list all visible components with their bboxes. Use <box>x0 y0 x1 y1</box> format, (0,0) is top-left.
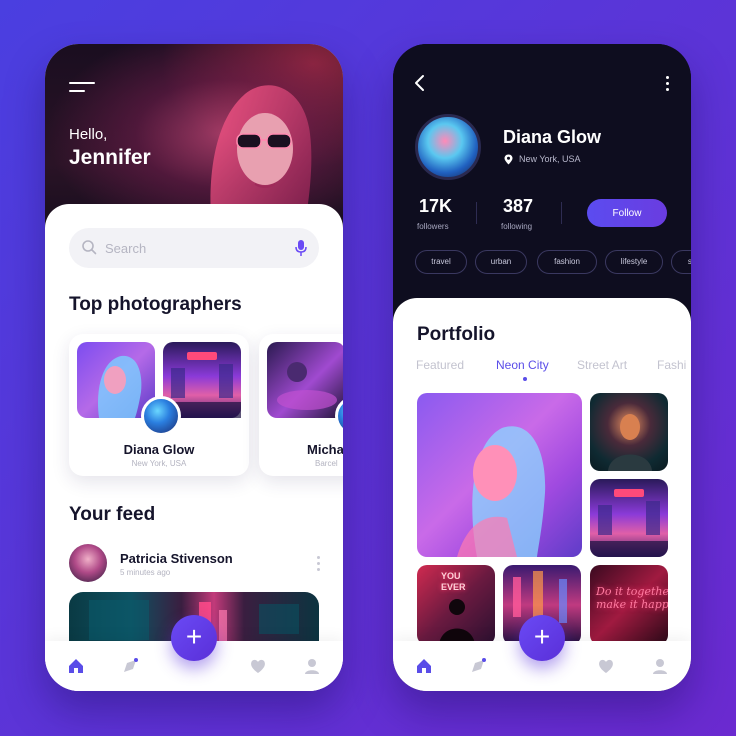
following-label: following <box>501 222 533 231</box>
tab-featured[interactable]: Featured <box>416 358 464 372</box>
photographer-location: Barcel <box>315 459 338 468</box>
stat-divider <box>476 202 477 224</box>
photographer-card[interactable]: Diana Glow New York, USA <box>69 334 249 476</box>
home-screen: Hello, Jennifer Top photographers <box>45 44 343 691</box>
greeting: Hello, <box>69 126 108 143</box>
photographer-avatar <box>141 396 181 436</box>
home-icon[interactable] <box>67 657 85 675</box>
photographer-location: New York, USA <box>131 459 187 468</box>
tab-neon-city[interactable]: Neon City <box>496 358 549 372</box>
portfolio-title: Portfolio <box>417 324 496 345</box>
photographer-photo <box>267 342 343 418</box>
followers-label: followers <box>417 222 449 231</box>
post-author-avatar[interactable] <box>69 544 107 582</box>
portfolio-photo[interactable] <box>417 393 582 557</box>
following-count: 387 <box>503 196 534 216</box>
photographer-name: Micha <box>307 442 343 457</box>
tab-fashion[interactable]: Fashi <box>657 358 686 372</box>
feed-title: Your feed <box>69 504 156 525</box>
dj-figure <box>277 362 337 410</box>
profile-avatar[interactable] <box>415 114 481 180</box>
user-icon[interactable] <box>303 657 321 675</box>
tag-chip[interactable]: st <box>671 250 691 274</box>
back-arrow-icon[interactable] <box>413 74 427 92</box>
tag-chip[interactable]: fashion <box>537 250 597 274</box>
explore-icon[interactable] <box>469 657 487 675</box>
tab-street-art[interactable]: Street Art <box>577 358 627 372</box>
bottom-navigation: + <box>45 615 343 691</box>
portfolio-photo[interactable]: YOU EVER <box>417 565 495 645</box>
post-time: 5 minutes ago <box>120 568 171 577</box>
explore-icon[interactable] <box>121 657 139 675</box>
user-icon[interactable] <box>651 657 669 675</box>
portfolio-photo[interactable] <box>590 479 668 557</box>
search-input[interactable] <box>105 228 285 268</box>
portrait-figure <box>457 426 546 557</box>
active-tab-indicator <box>523 377 527 381</box>
profile-name: Diana Glow <box>503 127 602 147</box>
portrait-figure <box>608 414 652 471</box>
tag-chip[interactable]: lifestyle <box>605 250 663 274</box>
followers-count: 17K <box>419 196 453 216</box>
more-options-icon[interactable] <box>666 76 669 94</box>
search-icon <box>82 240 97 255</box>
photographer-card[interactable]: Micha Barcel <box>259 334 343 476</box>
add-post-button[interactable]: + <box>519 615 565 661</box>
menu-icon[interactable] <box>69 82 95 96</box>
portfolio-photo[interactable]: Do it together make it happen <box>590 565 668 645</box>
photographer-name: Diana Glow <box>123 442 195 457</box>
microphone-icon[interactable] <box>295 239 307 257</box>
heart-icon[interactable] <box>249 657 267 675</box>
add-post-button[interactable]: + <box>171 615 217 661</box>
search-bar[interactable] <box>69 228 319 268</box>
heart-icon[interactable] <box>597 657 615 675</box>
profile-location: New York, USA <box>519 154 581 164</box>
home-icon[interactable] <box>415 657 433 675</box>
follow-button[interactable]: Follow <box>587 199 667 227</box>
bottom-navigation: + <box>393 615 691 691</box>
post-author-name[interactable]: Patricia Stivenson <box>120 551 233 566</box>
more-options-icon[interactable] <box>317 556 321 574</box>
neon-sign-text: Do it together make it happen <box>596 585 668 611</box>
tag-chip[interactable]: urban <box>475 250 527 274</box>
location-pin-icon <box>504 154 513 165</box>
neon-sign-text: YOU EVER <box>441 571 466 592</box>
user-name: Jennifer <box>69 146 151 169</box>
stat-divider <box>561 202 562 224</box>
top-photographers-title: Top photographers <box>69 294 242 315</box>
profile-screen: Diana Glow New York, USA 17K followers 3… <box>393 44 691 691</box>
tag-chip[interactable]: travel <box>415 250 467 274</box>
portfolio-photo[interactable] <box>590 393 668 471</box>
neon-street-figure <box>590 489 668 557</box>
